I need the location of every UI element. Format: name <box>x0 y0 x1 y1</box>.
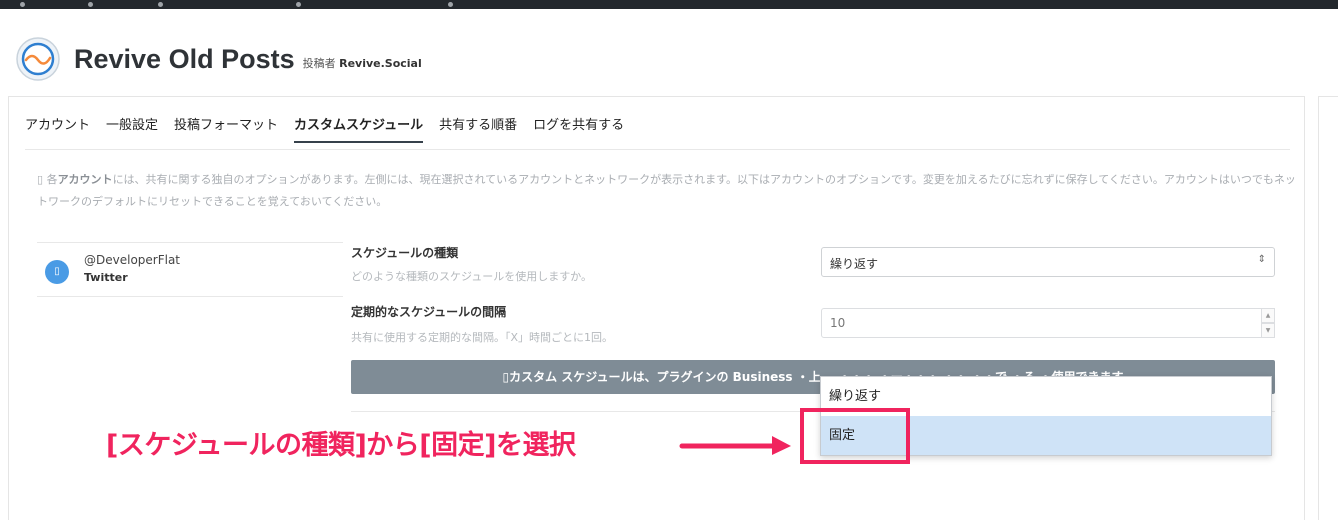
account-network: Twitter <box>84 271 128 284</box>
schedule-type-help: どのような種類のスケジュールを使用しますか。 <box>351 270 593 283</box>
schedule-type-value: 繰り返す <box>830 257 879 271</box>
info-icon: ▯ <box>37 173 44 186</box>
account-handle: @DeveloperFlat <box>84 253 181 267</box>
notice-text: には、共有に関する独自のオプションがあります。左側には、現在選択されているアカウ… <box>37 173 1296 208</box>
tab-accounts[interactable]: アカウント <box>25 114 90 143</box>
avatar-icon: ▯ <box>54 266 60 277</box>
tab-sharing-order[interactable]: 共有する順番 <box>439 114 517 143</box>
tab-post-format[interactable]: 投稿フォーマット <box>174 114 278 143</box>
account-list-item[interactable]: ▯ @DeveloperFlat Twitter <box>37 242 343 297</box>
annotation-arrow-icon <box>678 432 794 458</box>
stepper-up-icon[interactable]: ▲ <box>1261 308 1275 323</box>
select-arrows-icon: ⇕ <box>1257 254 1266 265</box>
revive-logo-icon <box>16 37 60 81</box>
tab-custom-schedule[interactable]: カスタムスケジュール <box>294 114 424 143</box>
tab-general[interactable]: 一般設定 <box>106 114 158 143</box>
byline-author[interactable]: Revive.Social <box>339 57 422 70</box>
os-top-bar <box>0 0 1338 9</box>
topbar-icon[interactable] <box>20 2 25 7</box>
highlight-box <box>800 408 910 464</box>
byline-prefix: 投稿者 <box>302 57 336 70</box>
tab-bar: アカウント 一般設定 投稿フォーマット カスタムスケジュール 共有する順番 ログ… <box>25 114 640 143</box>
topbar-icon[interactable] <box>448 2 453 7</box>
topbar-icon[interactable] <box>296 2 301 7</box>
page-title: Revive Old Posts <box>74 43 295 74</box>
interval-stepper[interactable]: ▲ ▼ <box>1261 308 1275 338</box>
plugin-header: Revive Old Posts 投稿者 Revive.Social <box>14 34 422 84</box>
notice-bold: アカウント <box>57 173 113 186</box>
tab-divider <box>25 149 1290 150</box>
right-side-panel <box>1318 96 1338 520</box>
stepper-down-icon[interactable]: ▼ <box>1261 323 1275 338</box>
info-notice: ▯ 各アカウントには、共有に関する独自のオプションがあります。左側には、現在選択… <box>37 169 1297 213</box>
interval-value: 10 <box>830 316 846 330</box>
interval-help: 共有に使用する定期的な間隔。「X」時間ごとに1回。 <box>351 331 614 344</box>
byline: 投稿者 Revive.Social <box>303 55 422 71</box>
notice-prefix: 各 <box>46 173 58 186</box>
tab-sharing-log[interactable]: ログを共有する <box>533 114 624 143</box>
interval-label: 定期的なスケジュールの間隔 <box>351 305 507 319</box>
annotation-text: [スケジュールの種類]から[固定]を選択 <box>106 430 576 461</box>
topbar-icon[interactable] <box>88 2 93 7</box>
schedule-type-select[interactable]: 繰り返す ⇕ <box>821 247 1275 277</box>
topbar-icon[interactable] <box>158 2 163 7</box>
interval-input[interactable]: 10 ▲ ▼ <box>821 308 1275 338</box>
schedule-type-label: スケジュールの種類 <box>351 246 459 260</box>
